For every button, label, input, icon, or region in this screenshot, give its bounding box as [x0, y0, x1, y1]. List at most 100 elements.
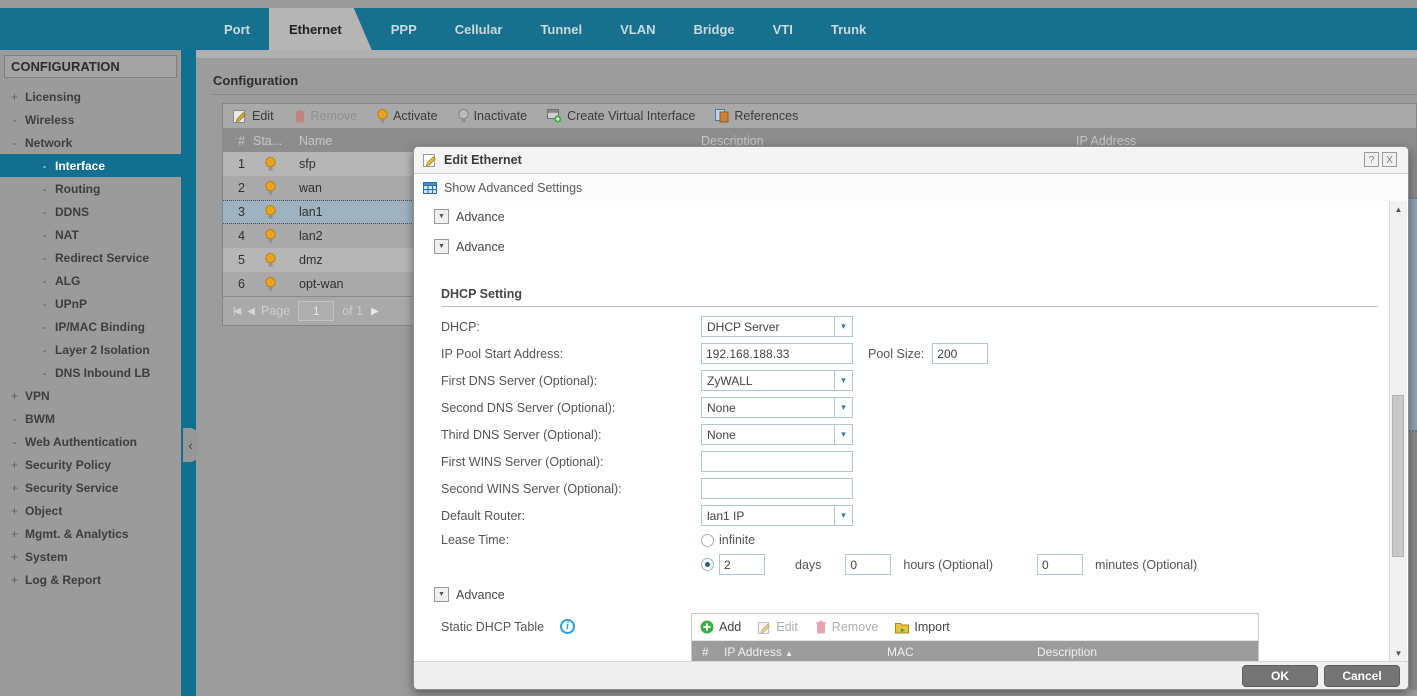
info-icon[interactable]: i [560, 619, 575, 634]
static-col-number: # [692, 645, 724, 659]
sidebar-item-wireless[interactable]: -Wireless [0, 108, 181, 131]
page-number-input[interactable] [298, 301, 334, 321]
dialog-scrollbar-thumb[interactable] [1392, 395, 1404, 557]
first-wins-input[interactable] [701, 451, 853, 472]
inactivate-button[interactable]: Inactivate [458, 109, 528, 124]
lease-hours-input[interactable] [845, 554, 891, 575]
col-status[interactable]: Sta... [253, 134, 299, 148]
sidebar-item-interface[interactable]: -Interface [0, 154, 181, 177]
advance-toggle-1[interactable]: ▼ Advance [434, 209, 505, 224]
tab-trunk[interactable]: Trunk [812, 8, 885, 50]
dhcp-mode-select[interactable]: DHCP Server ▾ [701, 316, 853, 337]
tab-vti[interactable]: VTI [754, 8, 812, 50]
leaf-icon: - [38, 205, 51, 219]
col-number: # [223, 134, 253, 148]
help-button[interactable]: ? [1364, 152, 1379, 167]
sidebar-item-upnp[interactable]: -UPnP [0, 292, 181, 315]
first-dns-select[interactable]: ZyWALL ▾ [701, 370, 853, 391]
lease-infinite-radio[interactable] [701, 534, 714, 547]
page-scrollbar-track[interactable] [1409, 150, 1417, 690]
lease-days-input[interactable] [719, 554, 765, 575]
chevron-down-icon: ▼ [434, 587, 449, 602]
second-wins-input[interactable] [701, 478, 853, 499]
sidebar-item-ip-mac-binding[interactable]: -IP/MAC Binding [0, 315, 181, 338]
sidebar-item-layer2-isolation[interactable]: -Layer 2 Isolation [0, 338, 181, 361]
chevron-down-icon: ▾ [834, 371, 852, 390]
close-icon[interactable]: X [1382, 152, 1397, 167]
tab-vlan[interactable]: VLAN [601, 8, 674, 50]
sidebar-item-redirect-service[interactable]: -Redirect Service [0, 246, 181, 269]
pool-size-input[interactable] [932, 343, 988, 364]
advance-toggle-2[interactable]: ▼ Advance [434, 239, 505, 254]
static-remove-button[interactable]: Remove [815, 620, 879, 634]
import-folder-icon [895, 621, 909, 634]
sidebar-item-log-report[interactable]: +Log & Report [0, 568, 181, 591]
dialog-scrollbar-track[interactable]: ▲ ▼ [1389, 201, 1407, 662]
dns3-row: Third DNS Server (Optional): None ▾ [441, 421, 1368, 448]
add-button[interactable]: Add [700, 620, 741, 634]
show-advanced-settings-button[interactable]: Show Advanced Settings [414, 174, 1408, 202]
lease-duration-radio[interactable] [701, 558, 714, 571]
tab-bridge[interactable]: Bridge [674, 8, 753, 50]
ok-button[interactable]: OK [1242, 665, 1318, 687]
tab-bar: Port Ethernet PPP Cellular Tunnel VLAN B… [0, 8, 1417, 50]
tab-ethernet[interactable]: Ethernet [269, 8, 372, 50]
tab-tunnel[interactable]: Tunnel [521, 8, 601, 50]
sidebar-item-object[interactable]: +Object [0, 499, 181, 522]
remove-button[interactable]: Remove [294, 109, 358, 123]
import-button[interactable]: Import [895, 620, 949, 634]
next-page-icon[interactable]: ▶ [371, 306, 377, 317]
tab-cellular[interactable]: Cellular [436, 8, 522, 50]
create-virtual-interface-button[interactable]: Create Virtual Interface [547, 109, 695, 123]
sidebar-collapse-handle[interactable]: ‹ [183, 428, 198, 462]
sidebar-item-routing[interactable]: -Routing [0, 177, 181, 200]
sidebar-item-mgmt-analytics[interactable]: +Mgmt. & Analytics [0, 522, 181, 545]
first-page-icon[interactable]: |◀ [233, 306, 239, 317]
leaf-icon: - [38, 159, 51, 173]
activate-button[interactable]: Activate [377, 109, 437, 124]
tab-port[interactable]: Port [205, 8, 269, 50]
sidebar-item-security-policy[interactable]: +Security Policy [0, 453, 181, 476]
expand-icon: + [8, 504, 21, 518]
lease-minutes-input[interactable] [1037, 554, 1083, 575]
hours-label: hours (Optional) [903, 558, 993, 572]
sidebar-item-dns-inbound-lb[interactable]: -DNS Inbound LB [0, 361, 181, 384]
sidebar-item-nat[interactable]: -NAT [0, 223, 181, 246]
static-col-description[interactable]: Description [1037, 645, 1258, 659]
sort-asc-icon: ▲ [785, 649, 793, 658]
sidebar-item-vpn[interactable]: +VPN [0, 384, 181, 407]
edit-pencil-icon [423, 153, 437, 167]
scroll-down-icon[interactable]: ▼ [1390, 649, 1407, 658]
expand-icon: + [8, 481, 21, 495]
third-dns-select[interactable]: None ▾ [701, 424, 853, 445]
sidebar-item-alg[interactable]: -ALG [0, 269, 181, 292]
page-scrollbar-thumb[interactable] [1409, 197, 1417, 432]
sidebar-item-security-service[interactable]: +Security Service [0, 476, 181, 499]
second-dns-select[interactable]: None ▾ [701, 397, 853, 418]
sidebar-item-licensing[interactable]: +Licensing [0, 85, 181, 108]
static-table-toolbar: Add Edit Remove Import [692, 614, 1258, 641]
sidebar-item-network[interactable]: -Network [0, 131, 181, 154]
edit-button[interactable]: Edit [233, 109, 274, 123]
sidebar-item-web-authentication[interactable]: -Web Authentication [0, 430, 181, 453]
ip-pool-start-input[interactable] [701, 343, 853, 364]
prev-page-icon[interactable]: ◀ [247, 306, 253, 317]
dialog-footer: OK Cancel [414, 661, 1408, 689]
static-col-mac[interactable]: MAC [887, 645, 1037, 659]
static-edit-button[interactable]: Edit [758, 620, 798, 634]
default-router-select[interactable]: lan1 IP ▾ [701, 505, 853, 526]
status-bulb-on-icon [253, 205, 299, 220]
advance-toggle-3[interactable]: ▼ Advance [434, 587, 505, 602]
sidebar-item-bwm[interactable]: -BWM [0, 407, 181, 430]
ip-pool-row: IP Pool Start Address: Pool Size: [441, 340, 1368, 367]
sidebar-item-ddns[interactable]: -DDNS [0, 200, 181, 223]
references-button[interactable]: References [715, 109, 798, 123]
cancel-button[interactable]: Cancel [1324, 665, 1400, 687]
tab-ppp[interactable]: PPP [372, 8, 436, 50]
dialog-titlebar[interactable]: Edit Ethernet ? X [414, 147, 1408, 174]
static-col-ip[interactable]: IP Address ▲ [724, 645, 887, 659]
leaf-icon: - [38, 228, 51, 242]
scroll-up-icon[interactable]: ▲ [1390, 205, 1407, 214]
expand-icon: + [8, 458, 21, 472]
sidebar-item-system[interactable]: +System [0, 545, 181, 568]
